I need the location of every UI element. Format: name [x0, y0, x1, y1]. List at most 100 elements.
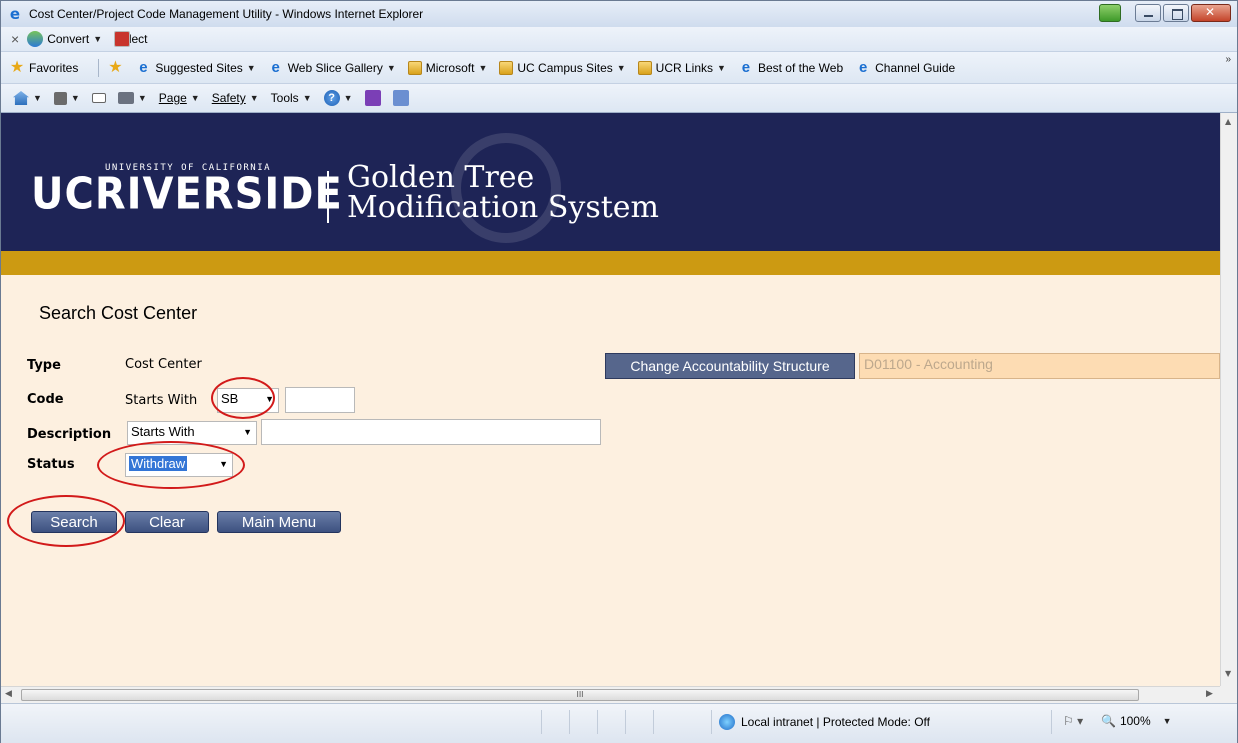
chevron-down-icon: ▼ — [70, 93, 80, 103]
description-input[interactable] — [261, 419, 601, 445]
vertical-scrollbar[interactable]: ▲ ▼ — [1220, 113, 1237, 686]
ie-icon: e — [9, 5, 21, 23]
status-bar: Local intranet | Protected Mode: Off ⚐ ▾… — [1, 703, 1237, 743]
title-bar: e Cost Center/Project Code Management Ut… — [1, 1, 1237, 27]
onenote-icon — [364, 90, 381, 106]
minimize-button[interactable] — [1135, 4, 1161, 22]
convert-button[interactable]: Convert ▼ — [27, 31, 102, 47]
tools-menu[interactable]: Tools ▼ — [271, 91, 312, 105]
help-icon: ? — [323, 90, 340, 106]
home-icon — [13, 91, 29, 105]
select-icon — [114, 31, 131, 47]
page-menu-label: Page — [158, 91, 187, 105]
close-button[interactable] — [1191, 4, 1231, 22]
code-match-label: Starts With — [125, 393, 198, 408]
command-bar: ▼ ▼ ▼ Page ▼ Safety ▼ Tools ▼ ? ▼ — [1, 83, 1237, 113]
app-title-line1: Golden Tree — [347, 160, 535, 195]
type-label: Type — [27, 358, 61, 373]
structure-field: D01100 - Accounting — [859, 353, 1220, 379]
favorites-bar: ★ Favorites ★ e Suggested Sites ▼ e Web … — [1, 51, 1237, 83]
horizontal-scrollbar[interactable]: ◀ III ▶ — [1, 686, 1220, 703]
addon-toolbar: × Convert ▼ Select — [1, 27, 1237, 51]
zone-label: Local intranet | Protected Mode: Off — [741, 715, 930, 729]
clear-button[interactable]: Clear — [125, 511, 209, 533]
scroll-left-icon[interactable]: ◀ — [5, 689, 12, 699]
convert-label: Convert — [47, 32, 90, 46]
chevron-down-icon: ▼ — [616, 62, 626, 73]
fav-item-microsoft[interactable]: Microsoft ▼ — [407, 60, 488, 75]
blog-button[interactable] — [392, 90, 409, 106]
mail-button[interactable] — [91, 93, 106, 103]
favorites-label: Favorites — [29, 60, 79, 75]
site-banner: UNIVERSITY OF CALIFORNIA UCRIVERSIDE Gol… — [1, 113, 1220, 251]
annotation-circle — [7, 495, 125, 547]
onenote-button[interactable] — [364, 90, 381, 106]
status-label: Status — [27, 457, 75, 472]
chevron-down-icon: ▼ — [478, 62, 488, 73]
window-controls — [1099, 4, 1231, 22]
fav-item-suggested-sites[interactable]: e Suggested Sites ▼ — [135, 58, 256, 76]
divider — [653, 710, 654, 734]
change-structure-button[interactable]: Change Accountability Structure — [605, 353, 855, 379]
mail-icon — [91, 93, 106, 103]
home-button[interactable]: ▼ — [13, 91, 42, 105]
scroll-up-icon[interactable]: ▲ — [1225, 117, 1231, 126]
fav-item-best-of-the-web[interactable]: e Best of the Web — [738, 58, 843, 76]
add-favorite-icon: ★ — [108, 58, 123, 76]
fav-item-label: Channel Guide — [875, 60, 956, 75]
overflow-chevron-icon[interactable]: » — [1225, 54, 1231, 65]
ie-icon: e — [139, 58, 148, 76]
divider — [1051, 710, 1052, 734]
compatibility-icon[interactable] — [1099, 4, 1121, 22]
main-menu-button[interactable]: Main Menu — [217, 511, 341, 533]
banner-stripe — [1, 251, 1220, 275]
divider — [98, 58, 100, 77]
code-input[interactable] — [285, 387, 355, 413]
favorites-button[interactable]: ★ Favorites — [9, 58, 79, 76]
folder-icon — [637, 60, 652, 75]
zoom-label: 100% — [1119, 714, 1151, 728]
app-title-line2: Modification System — [347, 190, 659, 225]
chevron-down-icon: ▼ — [190, 93, 200, 103]
fav-item-web-slice-gallery[interactable]: e Web Slice Gallery ▼ — [268, 59, 396, 76]
scroll-right-icon[interactable]: ▶ — [1206, 689, 1213, 699]
chevron-down-icon: ▼ — [717, 62, 726, 73]
scroll-thumb[interactable]: III — [21, 689, 1139, 701]
fav-item-ucr-links[interactable]: UCR Links ▼ — [637, 60, 726, 75]
chevron-down-icon: ▼ — [246, 62, 256, 73]
print-button[interactable]: ▼ — [117, 92, 147, 104]
star-icon: ★ — [9, 58, 25, 76]
feeds-button[interactable]: ▼ — [53, 91, 80, 105]
blog-icon — [392, 90, 409, 106]
fav-item-label: Suggested Sites — [155, 60, 243, 75]
fav-item-channel-guide[interactable]: e Channel Guide — [855, 58, 956, 76]
chevron-down-icon: ▼ — [243, 427, 252, 437]
help-button[interactable]: ? ▼ — [323, 90, 353, 106]
protected-mode-icon[interactable]: ⚐ ▾ — [1063, 714, 1083, 728]
ie-icon: e — [858, 58, 868, 76]
convert-icon — [27, 31, 44, 47]
zoom-icon: 🔍 — [1101, 714, 1116, 728]
safety-menu-label: Safety — [211, 91, 246, 105]
page-title: Search Cost Center — [39, 303, 198, 323]
add-favorite-button[interactable]: ★ — [107, 58, 123, 76]
close-toolbar-icon[interactable]: × — [11, 31, 19, 47]
fav-item-label: Web Slice Gallery — [287, 60, 383, 75]
browser-window: e Cost Center/Project Code Management Ut… — [0, 0, 1238, 743]
chevron-down-icon: ▼ — [93, 34, 103, 44]
folder-icon — [499, 60, 514, 75]
app-title: Golden Tree Modification System — [347, 163, 659, 223]
fav-item-uc-campus-sites[interactable]: UC Campus Sites ▼ — [499, 60, 626, 75]
select-button[interactable]: Select — [114, 31, 148, 47]
scroll-down-icon[interactable]: ▼ — [1225, 669, 1231, 678]
maximize-button[interactable] — [1163, 4, 1189, 22]
page-menu[interactable]: Page ▼ — [159, 91, 200, 105]
zoom-control[interactable]: 🔍 100% ▼ — [1101, 714, 1172, 728]
safety-menu[interactable]: Safety ▼ — [212, 91, 259, 105]
annotation-circle — [211, 377, 275, 419]
tools-menu-label: Tools — [270, 91, 299, 105]
ie-icon: e — [741, 58, 751, 76]
annotation-circle — [97, 441, 245, 489]
security-zone[interactable]: Local intranet | Protected Mode: Off — [719, 714, 930, 730]
divider — [625, 710, 626, 734]
